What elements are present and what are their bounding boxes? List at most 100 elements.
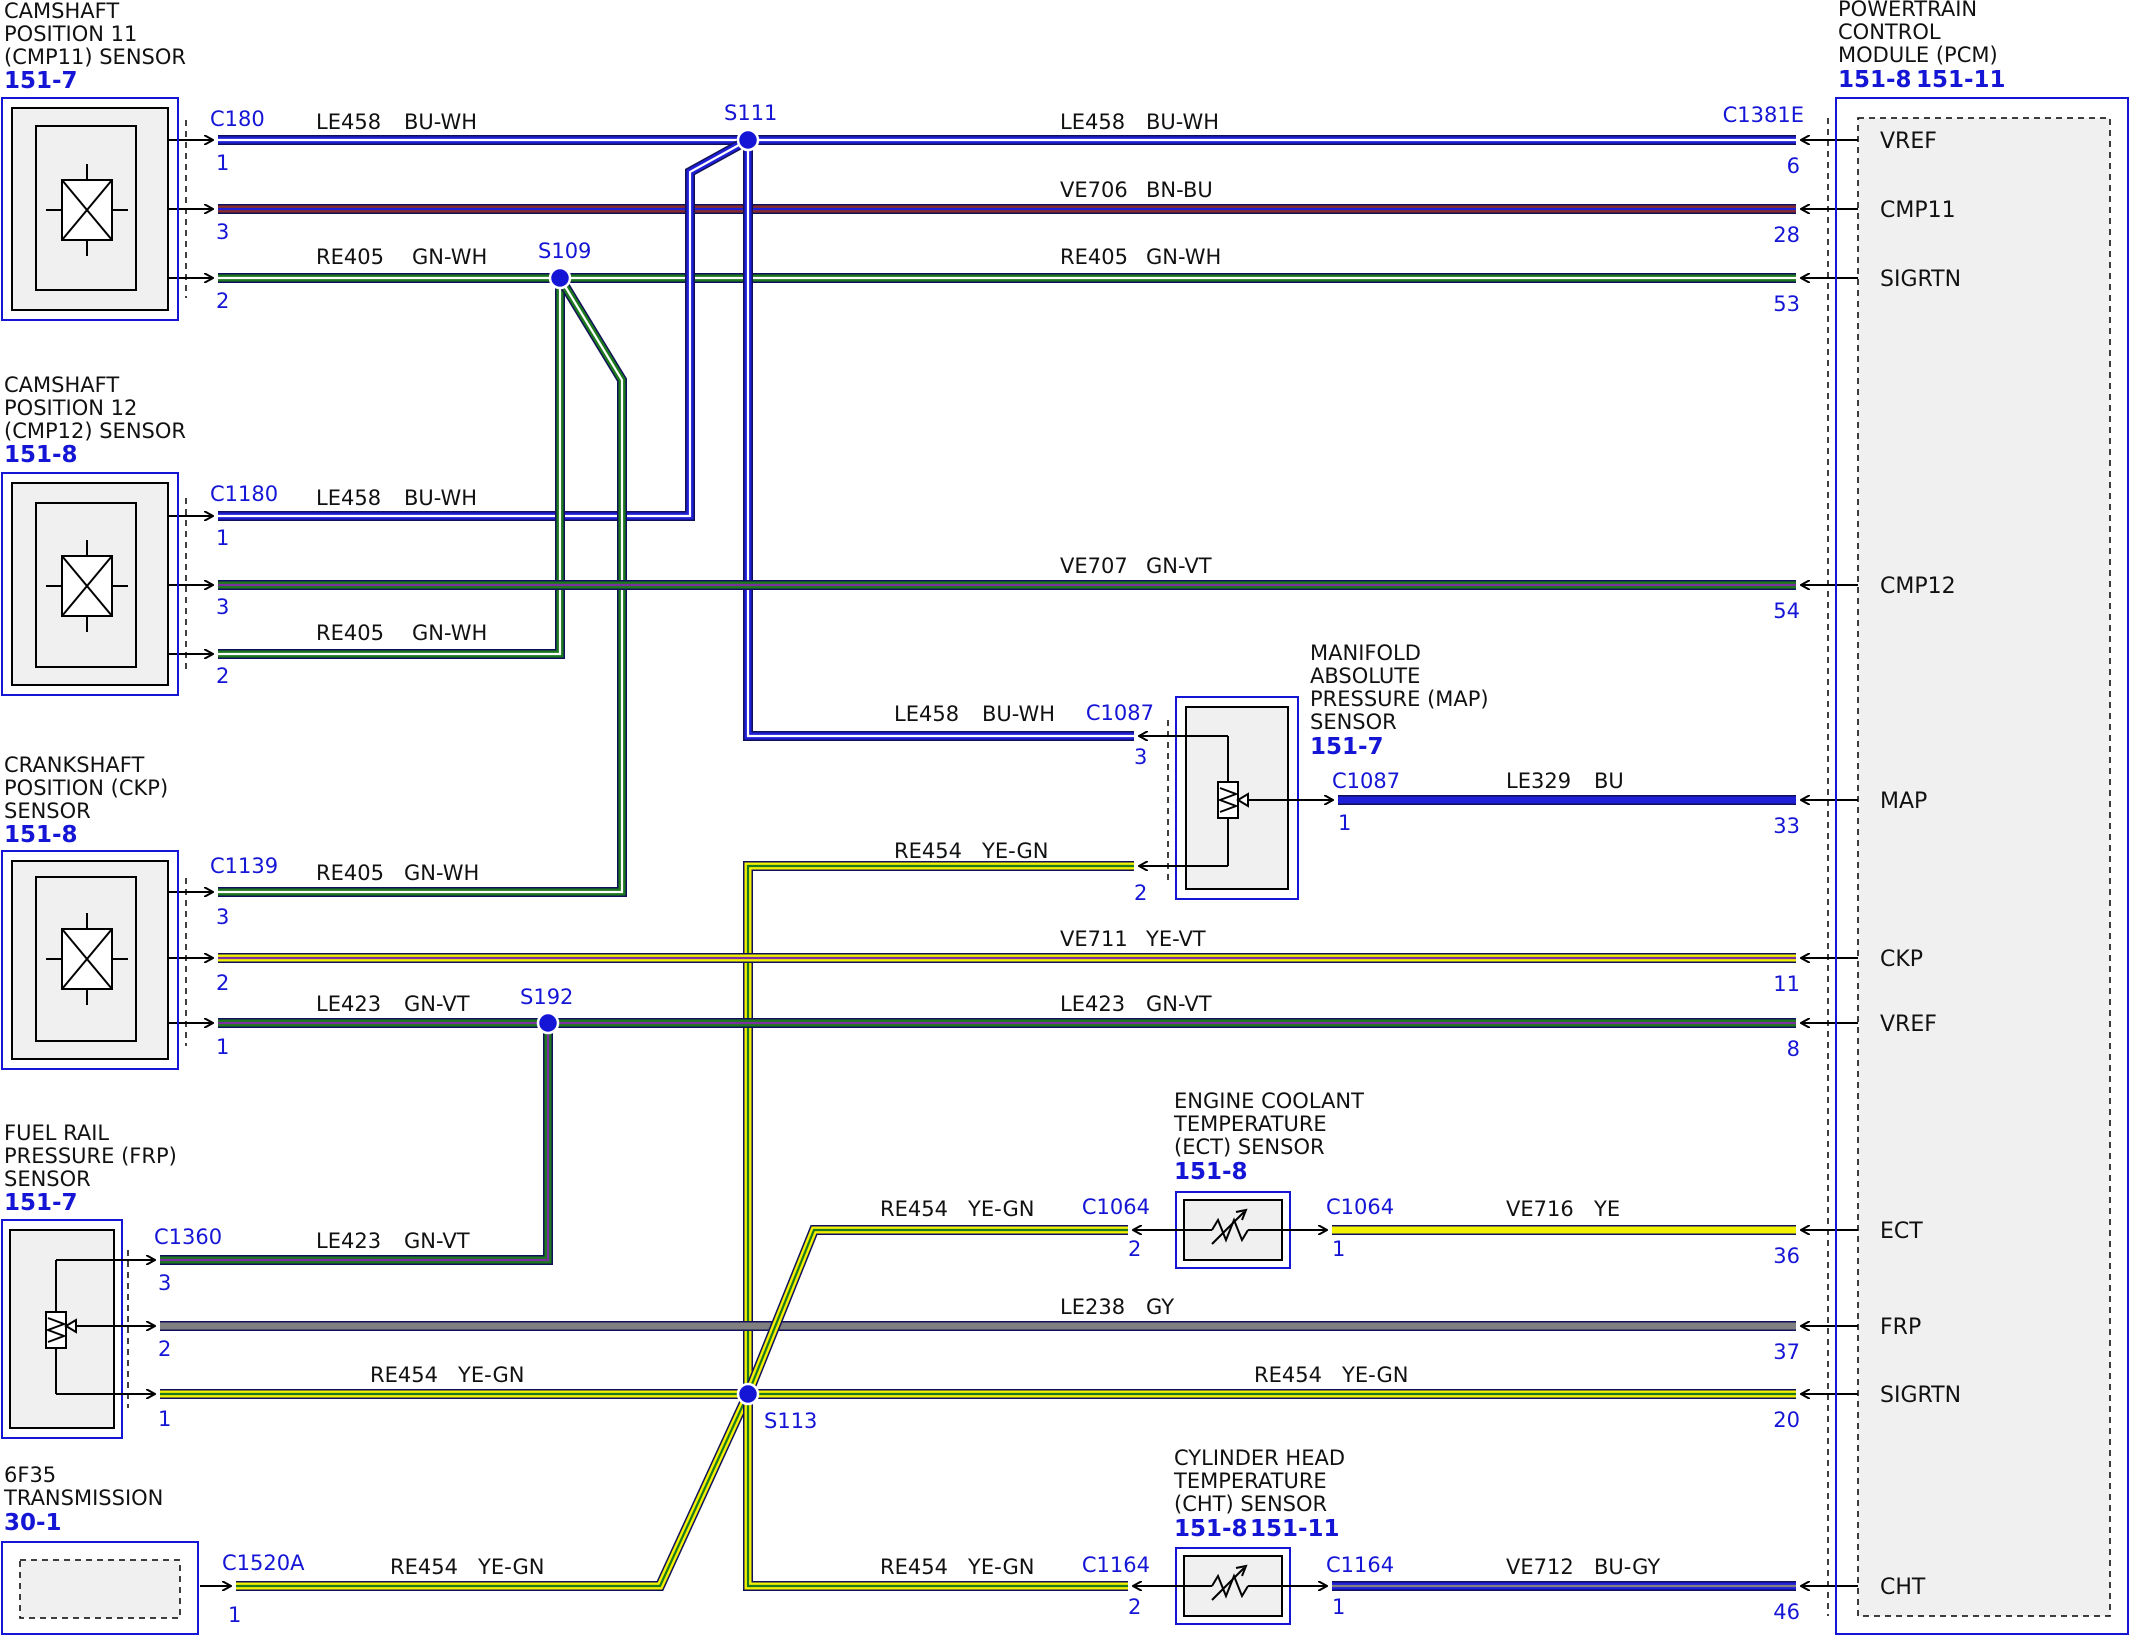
pin-number: 2 xyxy=(1128,1595,1141,1619)
connector-id[interactable]: C180 xyxy=(210,107,265,131)
circuit-label: LE238 xyxy=(1060,1295,1125,1319)
circuit-label: VE707 xyxy=(1060,554,1128,578)
circuit-label: LE329 xyxy=(1506,769,1571,793)
reference-link[interactable]: 30-1 xyxy=(4,1510,62,1536)
wire-color-label: GN-WH xyxy=(412,245,487,269)
component-label: TEMPERATURE xyxy=(1173,1469,1327,1493)
component-label: POSITION 12 xyxy=(4,396,137,420)
wire-le458[interactable] xyxy=(218,135,751,521)
connector-id[interactable]: C1164 xyxy=(1326,1553,1394,1577)
connector-id[interactable]: C1360 xyxy=(154,1225,222,1249)
connector-id[interactable]: C1064 xyxy=(1326,1195,1394,1219)
pcm-pin-number: 6 xyxy=(1787,154,1800,178)
wiring-diagram: CAMSHAFT POSITION 11 (CMP11) SENSOR 151-… xyxy=(1,0,2129,1635)
wire-color-label: BN-BU xyxy=(1146,178,1213,202)
wire-color-label: GN-WH xyxy=(1146,245,1221,269)
reference-link[interactable]: 151-8 xyxy=(1174,1159,1248,1185)
circuit-label: VE716 xyxy=(1506,1197,1574,1221)
pin-number: 1 xyxy=(228,1603,241,1627)
s192-splice-dot[interactable] xyxy=(536,1011,560,1035)
transmission-module[interactable]: 6F35 TRANSMISSION 30-1 xyxy=(1,1463,199,1635)
component-label: ENGINE COOLANT xyxy=(1174,1089,1364,1113)
pin-number: 3 xyxy=(1134,745,1147,769)
component-label: ABSOLUTE xyxy=(1310,664,1420,688)
wire-color-label: GN-VT xyxy=(404,992,470,1016)
reference-link[interactable]: 151-8 xyxy=(4,822,78,848)
cmp12-sensor[interactable]: CAMSHAFT POSITION 12 (CMP12) SENSOR 151-… xyxy=(1,373,187,696)
splice-label[interactable]: S192 xyxy=(520,985,573,1009)
pcm-signal-label: FRP xyxy=(1880,1315,1921,1340)
connector-id[interactable]: C1164 xyxy=(1082,1553,1150,1577)
circuit-label: VE712 xyxy=(1506,1555,1574,1579)
connector-id[interactable]: C1087 xyxy=(1332,769,1400,793)
component-label: (ECT) SENSOR xyxy=(1174,1135,1325,1159)
map-sensor[interactable]: MANIFOLD ABSOLUTE PRESSURE (MAP) SENSOR … xyxy=(1167,641,1489,900)
wire-color-label: GN-WH xyxy=(412,621,487,645)
reference-link[interactable]: 151-8 xyxy=(1838,67,1912,93)
pcm-signal-label: MAP xyxy=(1880,789,1927,814)
component-label: SENSOR xyxy=(4,1167,91,1191)
reference-link[interactable]: 151-7 xyxy=(4,1190,78,1216)
circuit-label: VE706 xyxy=(1060,178,1128,202)
pcm-signal-label: CHT xyxy=(1880,1575,1926,1600)
pcm-module[interactable]: POWERTRAIN CONTROL MODULE (PCM) 151-8 15… xyxy=(1773,0,2129,1635)
cmp11-sensor[interactable]: CAMSHAFT POSITION 11 (CMP11) SENSOR 151-… xyxy=(1,0,187,321)
pcm-pin-number: 20 xyxy=(1773,1408,1800,1432)
pcm-pin-number: 11 xyxy=(1773,972,1800,996)
connector-id[interactable]: C1087 xyxy=(1086,701,1154,725)
wire-color-label: BU-WH xyxy=(1146,110,1219,134)
reference-link[interactable]: 151-11 xyxy=(1250,1516,1340,1542)
pcm-signal-label: CKP xyxy=(1880,947,1923,972)
pcm-pin-number: 54 xyxy=(1773,599,1800,623)
component-label: POSITION 11 xyxy=(4,22,137,46)
wire-color-label: BU xyxy=(1594,769,1624,793)
wire-le458[interactable] xyxy=(743,140,1134,741)
pcm-pin-number: 33 xyxy=(1773,814,1800,838)
circuit-label: RE405 xyxy=(1060,245,1128,269)
pin-number: 2 xyxy=(216,664,229,688)
wire-color-label: YE xyxy=(1593,1197,1620,1221)
wire-color-label: GN-WH xyxy=(404,861,479,885)
wire-color-label: YE-GN xyxy=(967,1197,1034,1221)
circuit-label: RE405 xyxy=(316,245,384,269)
splice-label[interactable]: S109 xyxy=(538,239,591,263)
connector-id[interactable]: C1381E xyxy=(1723,103,1804,127)
cht-sensor[interactable]: CYLINDER HEAD TEMPERATURE (CHT) SENSOR 1… xyxy=(1160,1446,1345,1625)
wire-color-label: BU-WH xyxy=(404,486,477,510)
circuit-label: RE454 xyxy=(1254,1363,1322,1387)
reference-link[interactable]: 151-7 xyxy=(4,68,78,94)
reference-link[interactable]: 151-7 xyxy=(1310,734,1384,760)
pin-number: 1 xyxy=(1332,1595,1345,1619)
component-label: FUEL RAIL xyxy=(4,1121,109,1145)
reference-link[interactable]: 151-11 xyxy=(1916,67,2006,93)
circuit-label: LE423 xyxy=(316,992,381,1016)
pin-number: 2 xyxy=(1128,1237,1141,1261)
wire-color-label: BU-GY xyxy=(1594,1555,1660,1579)
pcm-pin-number: 53 xyxy=(1773,292,1800,316)
connector-id[interactable]: C1520A xyxy=(222,1551,305,1575)
pin-number: 3 xyxy=(216,905,229,929)
splice-dots xyxy=(536,128,760,1406)
wire-re405[interactable] xyxy=(218,278,565,659)
connector-id[interactable]: C1180 xyxy=(210,482,278,506)
connector-id[interactable]: C1139 xyxy=(210,854,278,878)
splice-label[interactable]: S113 xyxy=(764,1409,817,1433)
component-label: PRESSURE (FRP) xyxy=(4,1144,177,1168)
component-label: SENSOR xyxy=(4,799,91,823)
pcm-pin-number: 8 xyxy=(1787,1037,1800,1061)
pin-number: 1 xyxy=(216,526,229,550)
wire-color-label: YE-VT xyxy=(1145,927,1206,951)
s111-splice-dot[interactable] xyxy=(736,128,760,152)
s113-splice-dot[interactable] xyxy=(736,1382,760,1406)
component-label: PRESSURE (MAP) xyxy=(1310,687,1489,711)
reference-link[interactable]: 151-8 xyxy=(4,442,78,468)
pcm-pin-number: 46 xyxy=(1773,1600,1800,1624)
component-label: SENSOR xyxy=(1310,710,1397,734)
s109-splice-dot[interactable] xyxy=(548,266,572,290)
reference-link[interactable]: 151-8 xyxy=(1174,1516,1248,1542)
frp-sensor[interactable]: FUEL RAIL PRESSURE (FRP) SENSOR 151-7 xyxy=(1,1121,177,1439)
connector-id[interactable]: C1064 xyxy=(1082,1195,1150,1219)
ckp-sensor[interactable]: CRANKSHAFT POSITION (CKP) SENSOR 151-8 xyxy=(1,753,187,1070)
splice-label[interactable]: S111 xyxy=(724,101,777,125)
pcm-pin-number: 36 xyxy=(1773,1244,1800,1268)
